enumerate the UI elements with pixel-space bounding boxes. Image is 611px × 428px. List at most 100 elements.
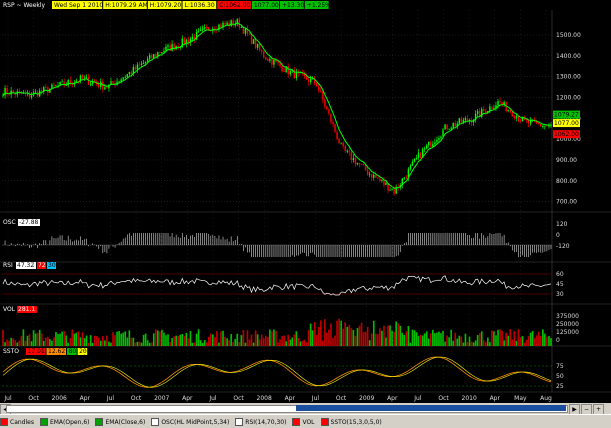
candle-body <box>377 177 379 179</box>
header-value-text: C:1062.00 <box>219 2 250 9</box>
candle-body <box>440 136 442 139</box>
candle-body <box>344 146 346 152</box>
osc-label: OSC <box>3 219 16 226</box>
indicator-color-icon <box>151 418 160 426</box>
header-value-text: L:1036.30 <box>185 2 215 9</box>
candle-body <box>226 22 228 25</box>
candle-body <box>134 67 137 70</box>
candle-body <box>483 108 485 112</box>
candle-body <box>138 64 141 66</box>
candle-body <box>450 127 452 129</box>
candle-body <box>104 87 106 90</box>
candle-body <box>338 138 340 144</box>
toolbar-indicator-1[interactable]: EMA(Open,6) <box>39 418 90 426</box>
rsi-label: RSI <box>3 262 13 269</box>
price-marker-text: 1077.00 <box>554 120 579 127</box>
candle-body <box>281 66 283 72</box>
candle-body <box>12 90 14 93</box>
candle-body <box>151 55 153 59</box>
candle-body <box>411 161 414 166</box>
scroll-thumb[interactable] <box>296 405 566 411</box>
candle-body <box>120 79 122 82</box>
candle-body <box>507 109 509 112</box>
candle-body <box>295 71 298 79</box>
candle-body <box>28 92 31 98</box>
candle-body <box>423 148 426 150</box>
indicator-label: EMA(Close,6) <box>105 418 146 426</box>
candle-body <box>199 29 202 31</box>
candle-body <box>261 49 263 52</box>
candle-body <box>511 112 513 117</box>
toolbar-indicator-3[interactable]: OSC(HL MidPoint,5,34) <box>151 418 229 426</box>
candle-body <box>85 77 88 79</box>
candle-body <box>41 90 43 92</box>
candle-body <box>220 24 222 28</box>
candle-body <box>240 27 243 28</box>
price-axis-label: 1500.00 <box>556 32 581 39</box>
time-axis-label: 2007 <box>154 395 169 402</box>
price-marker-text: 1062.00 <box>554 131 579 138</box>
candle-body <box>165 46 167 51</box>
time-axis-label: Jul <box>106 395 115 402</box>
candle-body <box>124 77 126 78</box>
candle-body <box>354 158 357 165</box>
candle-body <box>256 43 259 48</box>
toolbar-indicator-2[interactable]: EMA(Close,6) <box>95 418 145 426</box>
indicator-color-icon <box>292 418 301 426</box>
ssto-axis-label: 50 <box>556 373 564 380</box>
osc-axis-label: 0 <box>556 232 560 239</box>
ssto-value: 80 <box>69 348 77 355</box>
price-axis-label: 900.00 <box>556 157 577 164</box>
candle-body <box>389 189 391 191</box>
time-axis-label: Apr <box>182 395 193 402</box>
candle-body <box>191 36 194 39</box>
candle-body <box>230 20 232 27</box>
vol-axis-label: 125000 <box>556 329 579 336</box>
candle-body <box>430 141 432 147</box>
candle-body <box>434 142 436 144</box>
candle-body <box>53 84 55 86</box>
candle-body <box>356 162 359 165</box>
indicator-label: EMA(Open,6) <box>49 418 90 426</box>
toolbar-indicator-0[interactable]: Candles <box>0 418 34 426</box>
ssto-axis-label: 75 <box>556 363 564 370</box>
time-axis-label: 2008 <box>257 395 272 402</box>
time-axis-label: Jul <box>413 395 422 402</box>
candle-body <box>499 100 501 103</box>
toolbar-indicator-4[interactable]: RSI(14,70,30) <box>235 418 286 426</box>
candle-body <box>458 118 461 124</box>
time-axis-label: Apr <box>387 395 398 402</box>
time-axis-label: Jul <box>208 395 217 402</box>
candle-body <box>350 152 353 161</box>
candle-body <box>517 116 520 121</box>
candle-body <box>513 116 516 119</box>
candle-body <box>454 123 456 127</box>
candle-body <box>177 45 179 48</box>
vol-axis-label: 250000 <box>556 321 579 328</box>
candle-body <box>269 59 271 61</box>
candle-body <box>413 158 416 162</box>
header-change-text: +13.30 <box>282 2 304 9</box>
rsi-badge-text: 30 <box>48 262 56 269</box>
candle-body <box>444 124 446 130</box>
header-change-text: 1077.00 <box>254 2 279 9</box>
toolbar-indicator-6[interactable]: SSTO(15,3,0,5,0) <box>320 418 382 426</box>
time-axis-label: Apr <box>285 395 296 402</box>
candle-body <box>6 88 8 94</box>
ssto-d-line <box>2 356 552 388</box>
price-axis-label: 1400.00 <box>556 53 581 60</box>
toolbar-indicator-5[interactable]: VOL <box>292 418 315 426</box>
chart-canvas[interactable]: RSP ~ Weekly Wed Sep 1 2010 H:1079.29 AM H:… <box>0 0 611 403</box>
candle-body <box>366 170 369 175</box>
ssto-value: 17.01 <box>28 348 45 355</box>
candle-body <box>362 164 365 166</box>
time-axis-label: 2006 <box>52 395 67 402</box>
candle-body <box>466 118 469 121</box>
indicator-color-icon <box>39 418 48 426</box>
candle-body <box>460 118 463 123</box>
candle-body <box>224 22 226 25</box>
candle-body <box>45 87 47 88</box>
candle-body <box>391 189 393 190</box>
horizontal-scrollbar[interactable]: ◀ ▶ − + <box>0 403 611 415</box>
candle-body <box>254 39 257 48</box>
